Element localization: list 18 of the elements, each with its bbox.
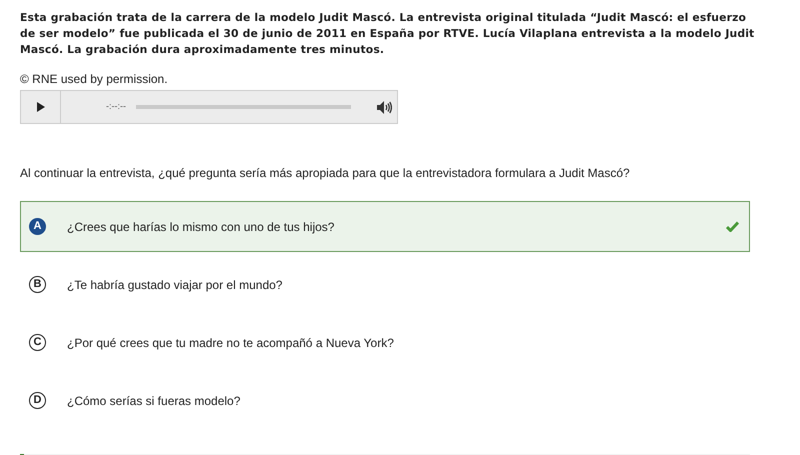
option-letter: D: [29, 392, 46, 409]
credit-text: © RNE used by permission.: [20, 71, 169, 88]
option-letter: B: [29, 276, 46, 293]
time-display: -:--:--: [106, 100, 126, 114]
option-text: ¿Cómo serías si fueras modelo?: [67, 392, 242, 410]
intro-paragraph: Esta grabación trata de la carrera de la modelo Judit Mascó. La entrevista original titulada “Judit Mascó: el esfuerzo de ser modelo” fue publicada el 30 de junio de 2011 en España por RTVE. Lucía Vilaplana entrevista a la modelo Judit Mascó. La grabación dura aproximadamente tres minutos.: [20, 10, 755, 58]
volume-icon[interactable]: [377, 100, 392, 114]
option-letter: C: [29, 334, 46, 351]
play-icon: [36, 102, 44, 112]
answer-option[interactable]: C ¿Por qué crees que tu madre no te acompañó a Nueva York?: [20, 317, 750, 368]
answer-option[interactable]: A ¿Crees que harías lo mismo con uno de tus hijos?: [20, 201, 750, 252]
answer-option[interactable]: B ¿Te habría gustado viajar por el mundo?: [20, 259, 750, 310]
option-text: ¿Crees que harías lo mismo con uno de tus hijos?: [67, 218, 336, 236]
question-text: Al continuar la entrevista, ¿qué pregunta sería más apropiada para que la entrevistadora formulara a Judit Mascó?: [20, 165, 631, 182]
option-text: ¿Por qué crees que tu madre no te acompañó a Nueva York?: [67, 334, 395, 352]
answer-option[interactable]: D ¿Cómo serías si fueras modelo?: [20, 375, 750, 426]
option-text: ¿Te habría gustado viajar por el mundo?: [67, 276, 284, 294]
option-letter: A: [29, 218, 46, 235]
